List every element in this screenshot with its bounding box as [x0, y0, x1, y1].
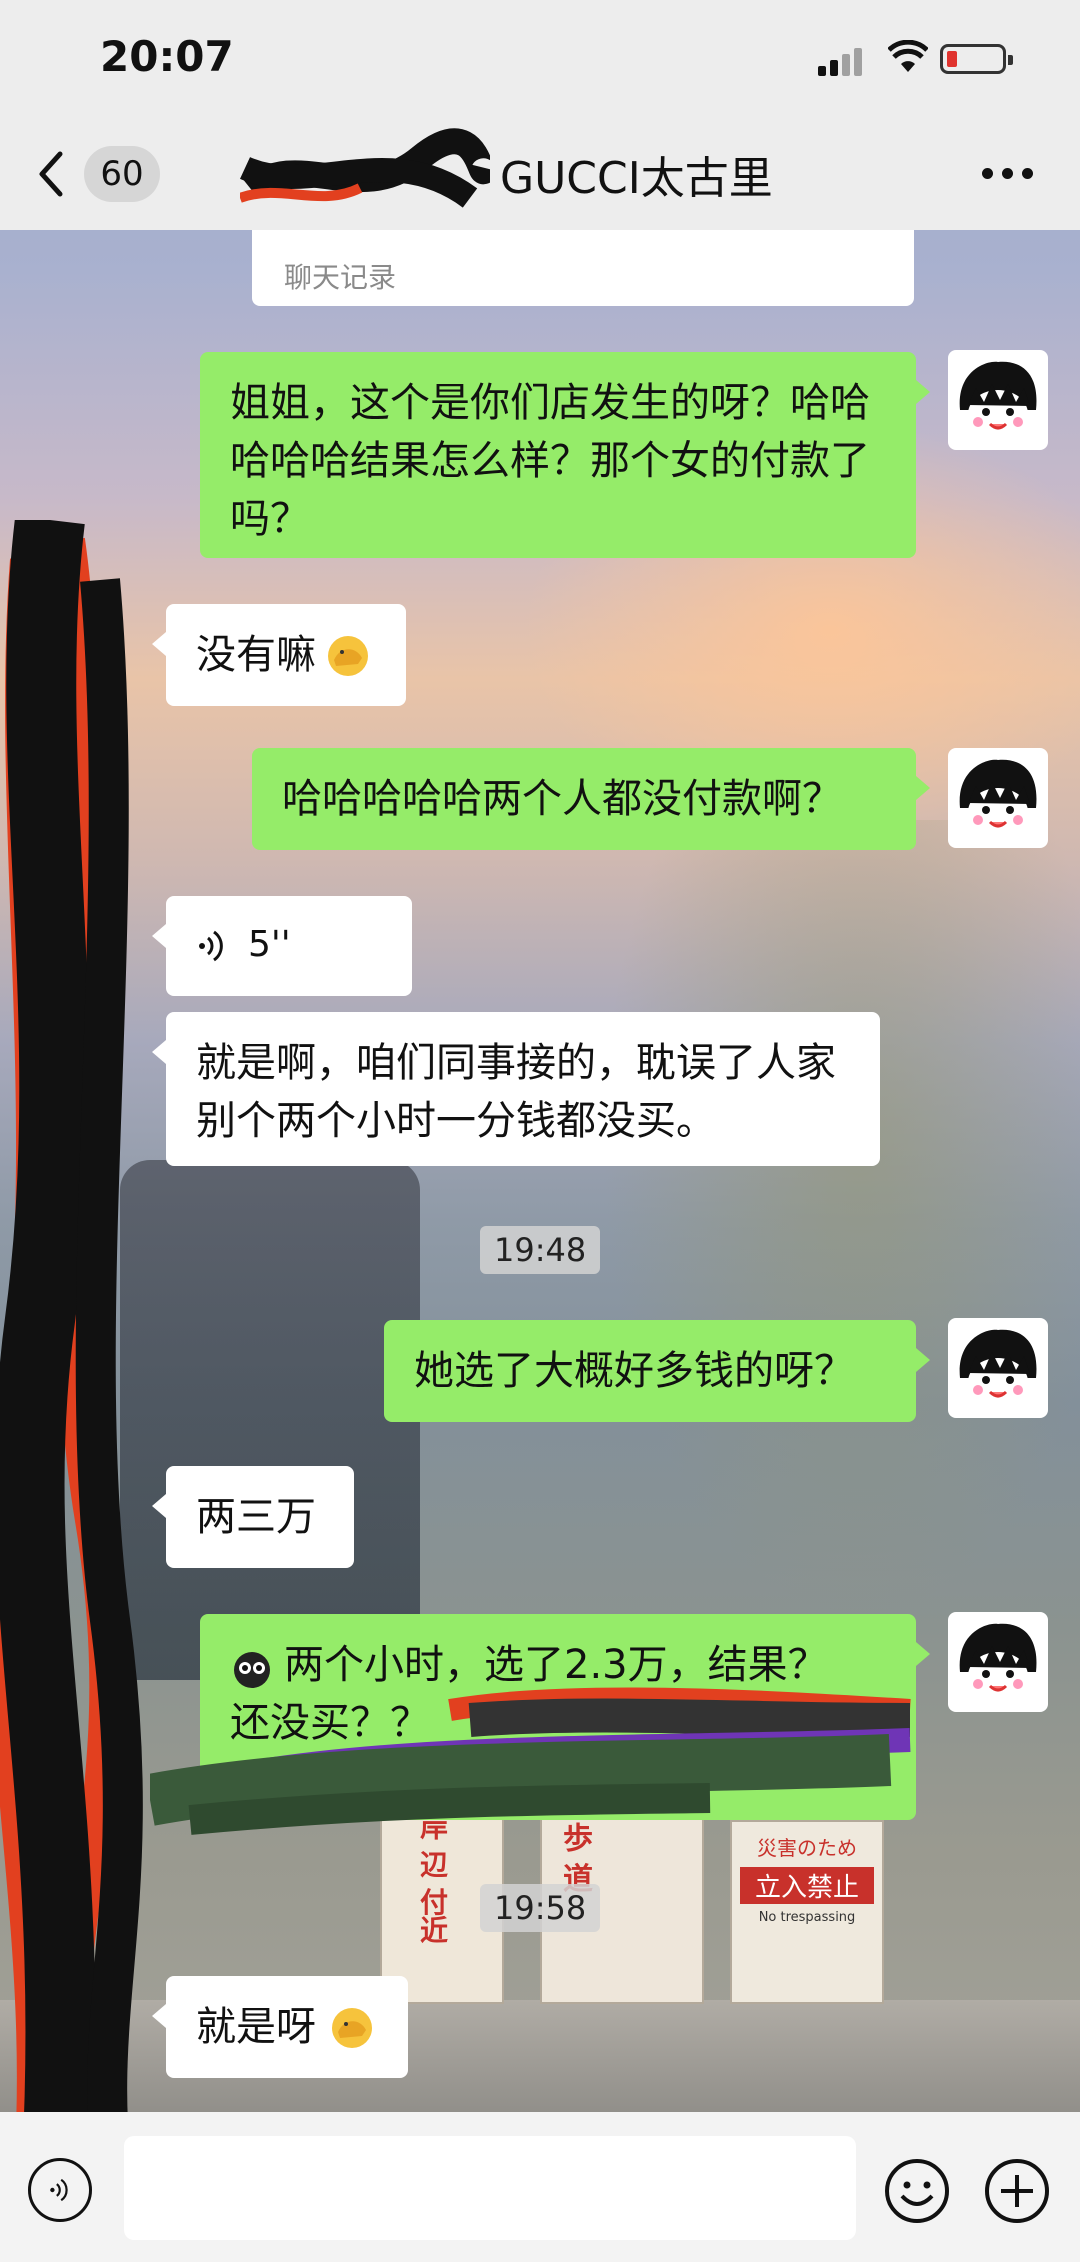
facepalm-emoji-icon [328, 636, 368, 676]
plus-icon[interactable] [984, 2158, 1050, 2224]
incoming-message[interactable]: 就是呀 [152, 1976, 408, 2078]
voice-icon[interactable] [28, 2158, 92, 2222]
unread-count-badge[interactable]: 60 [84, 146, 160, 202]
more-icon[interactable] [982, 168, 1033, 180]
chat-screen: 歩 道 災害のため 立入禁止 No trespassing 岸 辺 付近 20:… [0, 0, 1080, 2262]
chat-title-bar: 60 GUCCI太古里 [0, 120, 1080, 230]
avatar[interactable] [948, 748, 1048, 848]
outgoing-message[interactable]: 她选了大概好多钱的呀？ [384, 1320, 930, 1422]
avatar[interactable] [948, 1318, 1048, 1418]
incoming-message[interactable]: 没有嘛 [152, 604, 406, 706]
title-redaction-scribble [240, 128, 490, 208]
quoted-chat-record-label: 聊天记录 [284, 261, 397, 294]
status-bar: 20:07 [0, 0, 1080, 120]
outgoing-message[interactable]: 哈哈哈哈哈两个人都没付款啊？ [252, 748, 930, 850]
voice-duration: 5'' [248, 924, 291, 965]
message-text: 就是啊，咱们同事接的，耽误了人家别个两个小时一分钱都没买。 [196, 1040, 836, 1144]
message-input[interactable] [124, 2136, 856, 2240]
chat-title: GUCCI太古里 [500, 153, 773, 204]
signal-icon [818, 46, 868, 76]
outgoing-message[interactable]: 姐姐，这个是你们店发生的呀？哈哈哈哈哈结果怎么样？那个女的付款了吗？ [200, 352, 930, 558]
message-text: 没有嘛 [196, 632, 316, 678]
facepalm-emoji-icon [332, 2008, 372, 2048]
input-bar [0, 2112, 1080, 2262]
incoming-message[interactable]: 就是啊，咱们同事接的，耽误了人家别个两个小时一分钱都没买。 [152, 1012, 880, 1166]
message-text: 两三万 [196, 1494, 316, 1540]
avatar[interactable] [948, 1612, 1048, 1712]
avatar-redaction-scribble [0, 520, 143, 2262]
voice-icon [199, 930, 223, 962]
quoted-chat-record[interactable]: 聊天记录 [252, 230, 914, 306]
timestamp: 19:48 [480, 1226, 601, 1274]
status-time: 20:07 [100, 32, 234, 81]
wifi-icon [888, 40, 928, 72]
message-text: 她选了大概好多钱的呀？ [414, 1348, 854, 1394]
timestamp: 19:58 [480, 1884, 601, 1932]
emoji-icon[interactable] [884, 2158, 950, 2224]
avatar[interactable] [948, 350, 1048, 450]
avatar-cartoon-girl-icon [959, 361, 1037, 438]
avatar-cartoon-girl-icon [959, 1329, 1037, 1406]
message-text: 哈哈哈哈哈两个人都没付款啊？ [282, 776, 842, 822]
message-redaction-scribble [150, 1687, 911, 1835]
incoming-message[interactable]: 两三万 [152, 1466, 354, 1568]
battery-icon [940, 44, 1013, 74]
incoming-voice-message[interactable]: 5'' [152, 896, 412, 996]
chevron-left-icon[interactable] [36, 150, 66, 198]
background-willow-tree [600, 820, 1080, 1620]
message-text: 姐姐，这个是你们店发生的呀？哈哈哈哈哈结果怎么样？那个女的付款了吗？ [230, 380, 870, 542]
avatar-cartoon-girl-icon [959, 1623, 1037, 1700]
message-text: 就是呀 [196, 2004, 316, 2050]
avatar-cartoon-girl-icon [959, 759, 1037, 836]
